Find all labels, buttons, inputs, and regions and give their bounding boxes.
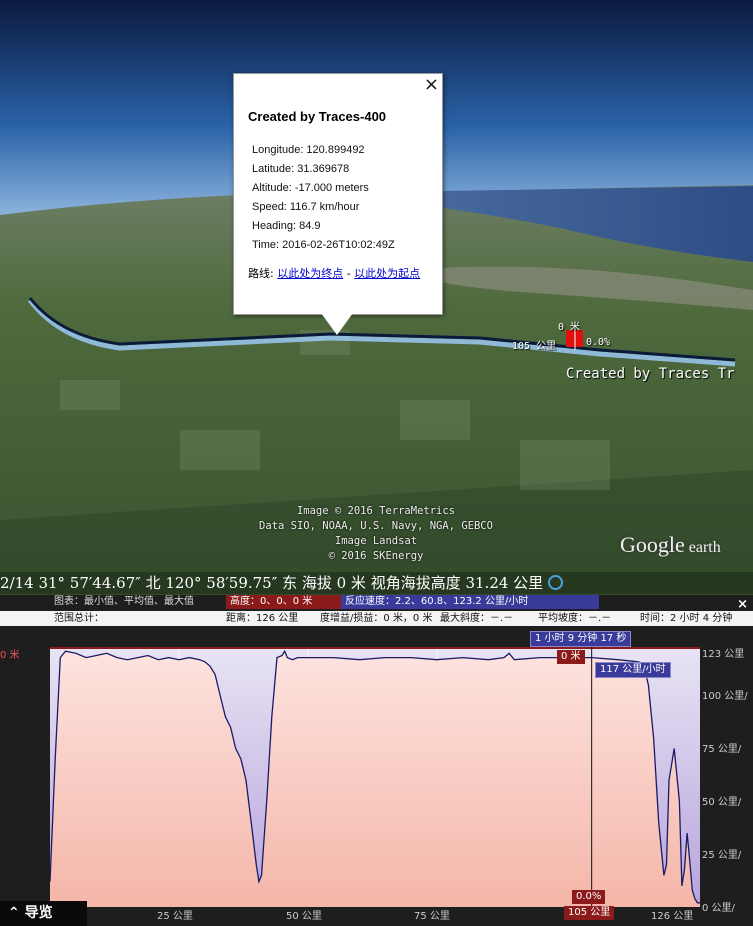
imagery-credits: Image © 2016 TerraMetrics Data SIO, NOAA… [259, 505, 493, 562]
status-bar: 2/14 31° 57′44.67″ 北 120° 58′59.75″ 东 海拔… [0, 572, 753, 594]
navigation-toggle[interactable]: ⌃ 导览 [0, 901, 87, 926]
profile-chart[interactable] [50, 647, 700, 907]
chevron-up-icon: ⌃ [8, 905, 20, 921]
speed-axis-tick: 50 公里/ [702, 797, 742, 808]
speed-axis-tick: 25 公里/ [702, 850, 742, 861]
speed-axis-tick: 123 公里 [702, 649, 745, 660]
elevation-profile-panel: 图表：最小值、平均值、最大值 高度：0、0、0 米 反应速度：2.2、60.8、… [0, 595, 753, 926]
height-series-toggle[interactable]: 高度：0、0、0 米 [226, 595, 342, 609]
balloon-details: Longitude: 120.899492 Latitude: 31.36967… [252, 144, 395, 251]
marker-height-label: 0 米 [558, 322, 581, 333]
distance-axis-tick: 25 公里 [157, 911, 193, 922]
speed-axis-tick: 100 公里/ [702, 691, 748, 702]
distance-axis-tick: 75 公里 [414, 911, 450, 922]
route-links: 路线: 以此处为终点 - 以此处为起点 [248, 267, 421, 280]
trace-label: Created by Traces Tr [566, 366, 735, 382]
legend-label: 图表：最小值、平均值、最大值 [50, 595, 198, 609]
cursor-distance-badge: 105 公里 [564, 906, 615, 920]
loading-circle-icon [547, 575, 563, 590]
route-from-here-link[interactable]: 以此处为起点 [354, 267, 420, 280]
google-earth-logo: Google earth [620, 532, 721, 557]
cursor-height-badge: 0 米 [557, 650, 585, 664]
close-icon[interactable]: × [424, 76, 439, 94]
speed-axis-tick: 75 公里/ [702, 744, 742, 755]
balloon-tail [321, 313, 353, 335]
placemark-balloon: × Created by Traces-400 Longitude: 120.8… [233, 73, 443, 335]
speed-series-toggle[interactable]: 反应速度：2.2、60.8、123.2 公里/小时 [341, 595, 599, 609]
cursor-slope-badge: 0.0% [572, 890, 606, 904]
speed-area [50, 651, 700, 907]
marker-slope-label: 0.0% [586, 337, 611, 348]
distance-axis-tick: 126 公里 [651, 911, 694, 922]
balloon-title: Created by Traces-400 [248, 109, 387, 124]
speed-axis-tick: 0 公里/ [702, 903, 735, 914]
distance-axis-tick: 50 公里 [286, 911, 322, 922]
route-to-here-link[interactable]: 以此处为终点 [277, 267, 343, 280]
cursor-speed-badge: 117 公里/小时 [595, 662, 671, 678]
cursor-time-badge: 1 小时 9 分钟 17 秒 [530, 631, 632, 647]
earth-view[interactable]: 0 米 105 公里 0.0% Created by Traces Tr Ima… [0, 0, 753, 595]
marker-distance-label: 105 公里 [512, 341, 557, 352]
profile-range-row: 范围总计： 距离：126 公里 度增益/损益：0 米，0 米 最大斜度：－.－ … [0, 611, 753, 626]
close-profile-icon[interactable]: × [737, 597, 748, 612]
profile-legend-row: 图表：最小值、平均值、最大值 高度：0、0、0 米 反应速度：2.2、60.8、… [0, 595, 753, 610]
height-axis-label: 0 米 [0, 650, 20, 661]
